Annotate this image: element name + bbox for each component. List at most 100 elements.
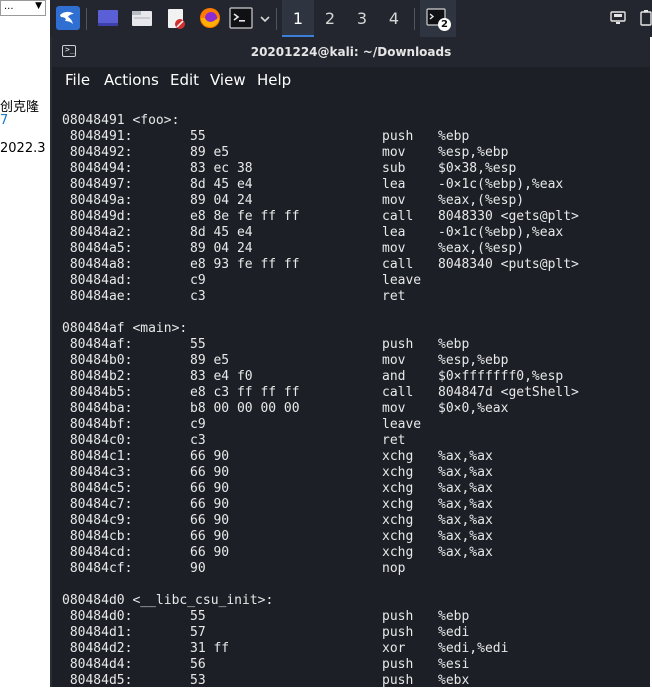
- disassembly-line: 8048494: 83 ec 38 sub $0×38,%esp: [62, 161, 642, 177]
- terminal-launcher-icon[interactable]: [229, 6, 253, 30]
- menu-bar: File Actions Edit View Help: [52, 67, 650, 93]
- workspace-1[interactable]: 1: [282, 0, 314, 37]
- instruction-mnemonic: xchg: [382, 481, 414, 496]
- taskbar-terminal-button[interactable]: 2: [420, 0, 456, 37]
- menu-file[interactable]: File: [65, 67, 90, 93]
- instruction-bytes: 89 04 24: [190, 241, 253, 256]
- instruction-bytes: b8 00 00 00 00: [190, 401, 300, 416]
- instruction-address: 80484a8:: [62, 257, 133, 272]
- instruction-address: 80484c0:: [62, 433, 133, 448]
- instruction-bytes: e8 8e fe ff ff: [190, 209, 300, 224]
- instruction-address: 804849a:: [62, 193, 133, 208]
- instruction-bytes: 83 e4 f0: [190, 369, 253, 384]
- instruction-bytes: c9: [190, 417, 206, 432]
- instruction-operands: %ax,%ax: [438, 497, 493, 512]
- disassembly-line: 80484c5: 66 90 xchg %ax,%ax: [62, 481, 642, 497]
- instruction-operands: 804847d <getShell>: [438, 385, 579, 400]
- instruction-operands: %esp,%ebp: [438, 145, 509, 160]
- disassembly-line: 80484c3: 66 90 xchg %ax,%ax: [62, 465, 642, 481]
- instruction-mnemonic: call: [382, 257, 414, 272]
- instruction-address: 80484c5:: [62, 481, 133, 496]
- instruction-address: 80484c9:: [62, 513, 133, 528]
- workspace-2[interactable]: 2: [314, 0, 346, 37]
- instruction-bytes: 66 90: [190, 497, 230, 512]
- instruction-mnemonic: push: [382, 609, 414, 624]
- workspace-4[interactable]: 4: [378, 0, 410, 37]
- instruction-bytes: 55: [190, 337, 206, 352]
- instruction-address: 8048491:: [62, 129, 133, 144]
- monitor-icon[interactable]: [610, 10, 626, 26]
- menu-edit[interactable]: Edit: [170, 67, 199, 93]
- instruction-operands: %esi: [438, 657, 470, 672]
- title-bar[interactable]: >_ 20201224@kali: ~/Downloads: [52, 37, 650, 67]
- function-label: 080484d0 <__libc_csu_init>:: [62, 593, 274, 608]
- instruction-bytes: 66 90: [190, 449, 230, 464]
- menu-help[interactable]: Help: [257, 67, 291, 93]
- disassembly-line: 80484c7: 66 90 xchg %ax,%ax: [62, 497, 642, 513]
- instruction-address: 80484ad:: [62, 273, 133, 288]
- instruction-address: 8048492:: [62, 145, 133, 160]
- disassembly-line: 80484d1: 57 push %edi: [62, 625, 642, 641]
- instruction-operands: $0×0,%eax: [438, 401, 509, 416]
- instruction-bytes: 66 90: [190, 545, 230, 560]
- file-manager-icon[interactable]: [130, 6, 154, 30]
- instruction-address: 80484d0:: [62, 609, 133, 624]
- instruction-mnemonic: xchg: [382, 449, 414, 464]
- background-dropdown[interactable]: ... ▼: [0, 0, 46, 16]
- workspace-3[interactable]: 3: [346, 0, 378, 37]
- disassembly-line: 80484cb: 66 90 xchg %ax,%ax: [62, 529, 642, 545]
- disassembly-line: 804849a: 89 04 24 mov %eax,(%esp): [62, 193, 642, 209]
- kali-menu-icon[interactable]: [56, 6, 80, 30]
- instruction-mnemonic: xchg: [382, 465, 414, 480]
- instruction-mnemonic: mov: [382, 353, 406, 368]
- instruction-mnemonic: and: [382, 369, 406, 384]
- instruction-mnemonic: call: [382, 209, 414, 224]
- battery-icon[interactable]: [640, 10, 652, 26]
- chevron-down-icon[interactable]: [259, 13, 271, 25]
- instruction-address: 80484ae:: [62, 289, 133, 304]
- menu-view[interactable]: View: [210, 67, 246, 93]
- text-editor-icon[interactable]: [164, 6, 188, 30]
- firefox-icon[interactable]: [198, 6, 222, 30]
- chevron-down-icon: ▼: [35, 1, 42, 11]
- instruction-address: 80484d1:: [62, 625, 133, 640]
- instruction-mnemonic: ret: [382, 433, 406, 448]
- instruction-bytes: 66 90: [190, 465, 230, 480]
- terminal-output[interactable]: 08048491 <foo>: 8048491: 55 push %ebp 80484…: [62, 113, 642, 689]
- disassembly-line: 80484a2: 8d 45 e4 lea -0×1c(%ebp),%eax: [62, 225, 642, 241]
- background-app: ... ▼ 创克隆 7 2022.3: [0, 0, 51, 687]
- instruction-address: 80484b0:: [62, 353, 133, 368]
- instruction-mnemonic: lea: [382, 225, 406, 240]
- instruction-bytes: e8 93 fe ff ff: [190, 257, 300, 272]
- instruction-operands: %ebp: [438, 337, 470, 352]
- instruction-mnemonic: mov: [382, 193, 406, 208]
- disassembly-line: 80484af: 55 push %ebp: [62, 337, 642, 353]
- disassembly-line: 80484d2: 31 ff xor %edi,%edi: [62, 641, 642, 657]
- instruction-mnemonic: push: [382, 657, 414, 672]
- disassembly-line: 80484cf: 90 nop: [62, 561, 642, 577]
- instruction-operands: $0×fffffff0,%esp: [438, 369, 564, 384]
- instruction-address: 8048497:: [62, 177, 133, 192]
- instruction-operands: $0×38,%esp: [438, 161, 517, 176]
- instruction-operands: %ax,%ax: [438, 529, 493, 544]
- instruction-operands: %eax,(%esp): [438, 193, 525, 208]
- instruction-address: 80484b2:: [62, 369, 133, 384]
- instruction-bytes: 55: [190, 129, 206, 144]
- instruction-mnemonic: leave: [382, 273, 422, 288]
- window-count-badge: 2: [438, 18, 451, 31]
- instruction-mnemonic: mov: [382, 145, 406, 160]
- instruction-address: 80484ba:: [62, 401, 133, 416]
- disassembly-line: 80484b2: 83 e4 f0 and $0×fffffff0,%esp: [62, 369, 642, 385]
- top-panel: 1 2 3 4 2: [50, 0, 652, 37]
- instruction-mnemonic: push: [382, 129, 414, 144]
- instruction-address: 80484d4:: [62, 657, 133, 672]
- instruction-address: 80484cb:: [62, 529, 133, 544]
- instruction-address: 804849d:: [62, 209, 133, 224]
- disassembly-line: 80484b5: e8 c3 ff ff ff call 804847d <getSh…: [62, 385, 642, 401]
- disassembly-line: 8048491: 55 push %ebp: [62, 129, 642, 145]
- instruction-mnemonic: ret: [382, 289, 406, 304]
- menu-actions[interactable]: Actions: [104, 67, 159, 93]
- show-desktop-icon[interactable]: [96, 6, 120, 30]
- instruction-mnemonic: mov: [382, 241, 406, 256]
